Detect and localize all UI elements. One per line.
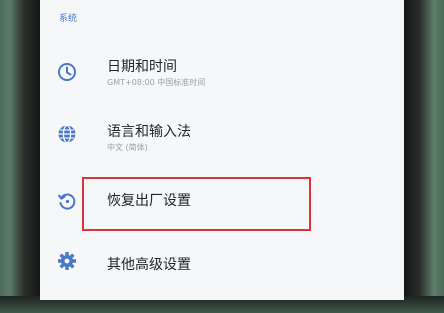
settings-item-label: 语言和输入法 [107, 124, 191, 140]
restore-icon [56, 190, 78, 212]
clock-icon [56, 61, 78, 83]
highlight-box [82, 177, 311, 231]
settings-screen: 系统 日期和时间 GMT+08:00 中国标准时间 语言和输入法 中文 (简体) [40, 0, 404, 300]
settings-item-language-input[interactable]: 语言和输入法 中文 (简体) [40, 110, 404, 160]
section-header-system: 系统 [59, 14, 78, 24]
gear-icon [56, 250, 78, 272]
settings-item-sublabel: 中文 (简体) [107, 143, 148, 152]
settings-item-label: 其他高级设置 [107, 257, 191, 273]
globe-icon [56, 123, 78, 145]
settings-item-date-time[interactable]: 日期和时间 GMT+08:00 中国标准时间 [40, 48, 404, 98]
settings-item-sublabel: GMT+08:00 中国标准时间 [107, 78, 206, 87]
settings-item-advanced[interactable]: 其他高级设置 [40, 240, 404, 290]
settings-item-label: 日期和时间 [107, 59, 177, 75]
